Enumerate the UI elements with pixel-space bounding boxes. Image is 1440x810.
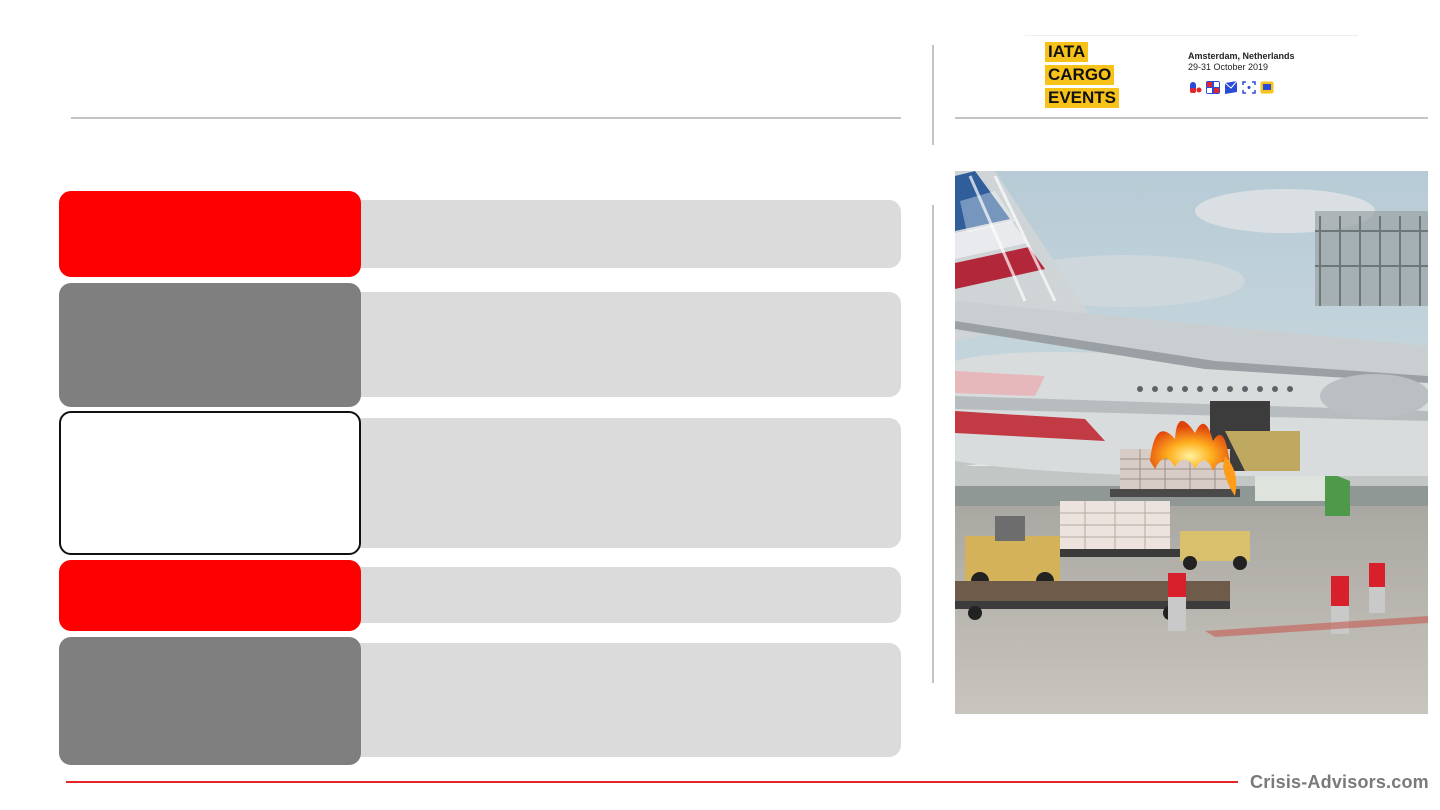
logo-word-cargo: CARGO: [1045, 65, 1115, 85]
row-bar-4: [345, 567, 901, 623]
footer-divider: [66, 781, 1238, 783]
flag-icon: [1206, 81, 1220, 94]
logo-word-iata: IATA: [1045, 42, 1089, 62]
iata-cargo-events-logo: IATA CARGO EVENTS Amsterdam, Netherlands…: [1025, 35, 1358, 111]
aircraft-cargo-fire-photo: [955, 171, 1428, 714]
row-bar-5: [345, 643, 901, 757]
logo-divider: [955, 117, 1428, 119]
row-label-box-5: [59, 637, 361, 765]
screen-icon: [1260, 81, 1274, 94]
envelope-icon: [1224, 81, 1238, 94]
expand-icon: [1242, 81, 1256, 94]
title-divider: [71, 117, 901, 119]
logo-word-events: EVENTS: [1045, 88, 1120, 108]
row-bar-1: [345, 200, 901, 268]
event-dates: 29-31 October 2019: [1188, 62, 1269, 72]
row-label-box-4: [59, 560, 361, 631]
row-bar-3: [345, 418, 901, 548]
content-vertical-divider: [932, 205, 934, 683]
row-bar-2: [345, 292, 901, 397]
footer-brand: Crisis-Advisors.com: [1250, 772, 1429, 792]
capsule-icon: [1188, 81, 1202, 94]
row-label-box-2: [59, 283, 361, 407]
row-label-box-1: [59, 191, 361, 277]
header-vertical-divider: [932, 45, 934, 145]
event-location: Amsterdam, Netherlands: [1188, 51, 1295, 61]
event-icon-strip: [1188, 81, 1274, 94]
row-label-box-3: [59, 411, 361, 555]
